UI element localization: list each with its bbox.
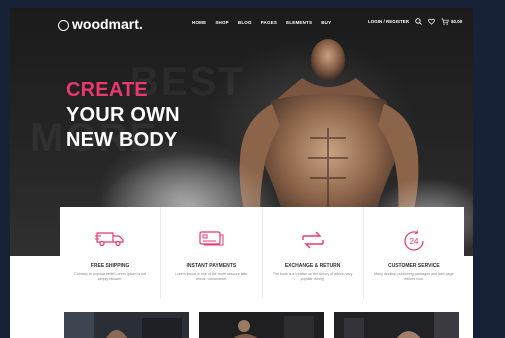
cart-total: $0.00 xyxy=(451,19,463,24)
feature-description: The book is a treatise on the theory of … xyxy=(272,272,353,281)
cart-button[interactable]: $0.00 xyxy=(441,18,462,25)
heart-icon[interactable] xyxy=(428,18,435,25)
search-icon[interactable] xyxy=(415,18,422,25)
nav-item-blog[interactable]: BLOG xyxy=(238,20,252,25)
nav-item-elements[interactable]: ELEMENTS xyxy=(286,20,312,25)
site-logo[interactable]: woodmart. xyxy=(58,16,143,32)
category-thumb-1[interactable] xyxy=(64,312,189,338)
truck-icon xyxy=(95,232,124,247)
category-thumb-3[interactable] xyxy=(334,312,459,338)
site-header: woodmart. HOME SHOP BLOG PAGES ELEMENTS … xyxy=(10,8,473,38)
header-actions: LOGIN / REGISTER $0.00 xyxy=(368,18,462,25)
nav-item-shop[interactable]: SHOP xyxy=(215,20,229,25)
nav-item-home[interactable]: HOME xyxy=(192,20,206,25)
hero-headline: CREATE YOUR OWN NEW BODY xyxy=(66,78,180,153)
feature-title: EXCHANGE & RETURN xyxy=(284,263,341,269)
card-icon xyxy=(199,231,224,246)
feature-description: Contrary to popular belief Lorem Ipsum i… xyxy=(74,272,147,281)
login-register-link[interactable]: LOGIN / REGISTER xyxy=(368,19,409,24)
exchange-icon xyxy=(301,231,324,249)
category-thumbnails xyxy=(64,312,464,338)
gym-photo xyxy=(199,312,324,338)
hero-line-3: NEW BODY xyxy=(66,129,178,151)
nav-item-pages[interactable]: PAGES xyxy=(261,20,277,25)
feature-title: INSTANT PAYMENTS xyxy=(186,263,237,269)
category-thumb-2[interactable] xyxy=(199,312,324,338)
feature-customer-service: 24 CUSTOMER SERVICE Many desktop publish… xyxy=(364,207,464,299)
feature-description: Many desktop publishing packages and web… xyxy=(374,272,454,281)
feature-title: FREE SHIPPING xyxy=(90,263,130,269)
main-nav: HOME SHOP BLOG PAGES ELEMENTS BUY xyxy=(192,20,331,25)
logo-icon xyxy=(58,19,69,31)
hero-line-1: CREATE xyxy=(66,79,148,101)
logo-text: woodmart. xyxy=(72,16,143,32)
svg-text:24: 24 xyxy=(409,237,418,246)
feature-exchange-return: EXCHANGE & RETURN The book is a treatise… xyxy=(263,207,364,299)
nav-item-buy[interactable]: BUY xyxy=(321,20,331,25)
gym-photo xyxy=(64,312,189,338)
feature-free-shipping: FREE SHIPPING Contrary to popular belief… xyxy=(60,207,162,299)
website-frame: BEST MORE woodmart. HOME SHOP BLOG PAGES… xyxy=(10,8,473,338)
hero-line-2: YOUR OWN xyxy=(66,104,180,126)
feature-instant-payments: INSTANT PAYMENTS Lorem ipsum is one of t… xyxy=(161,207,263,299)
feature-title: CUSTOMER SERVICE xyxy=(387,263,440,269)
features-bar: FREE SHIPPING Contrary to popular belief… xyxy=(60,207,464,299)
cart-icon xyxy=(441,18,449,25)
support-24-icon: 24 xyxy=(404,230,424,251)
feature-description: Lorem ipsum is one of the more obscure l… xyxy=(175,272,248,281)
gym-photo xyxy=(334,312,459,338)
